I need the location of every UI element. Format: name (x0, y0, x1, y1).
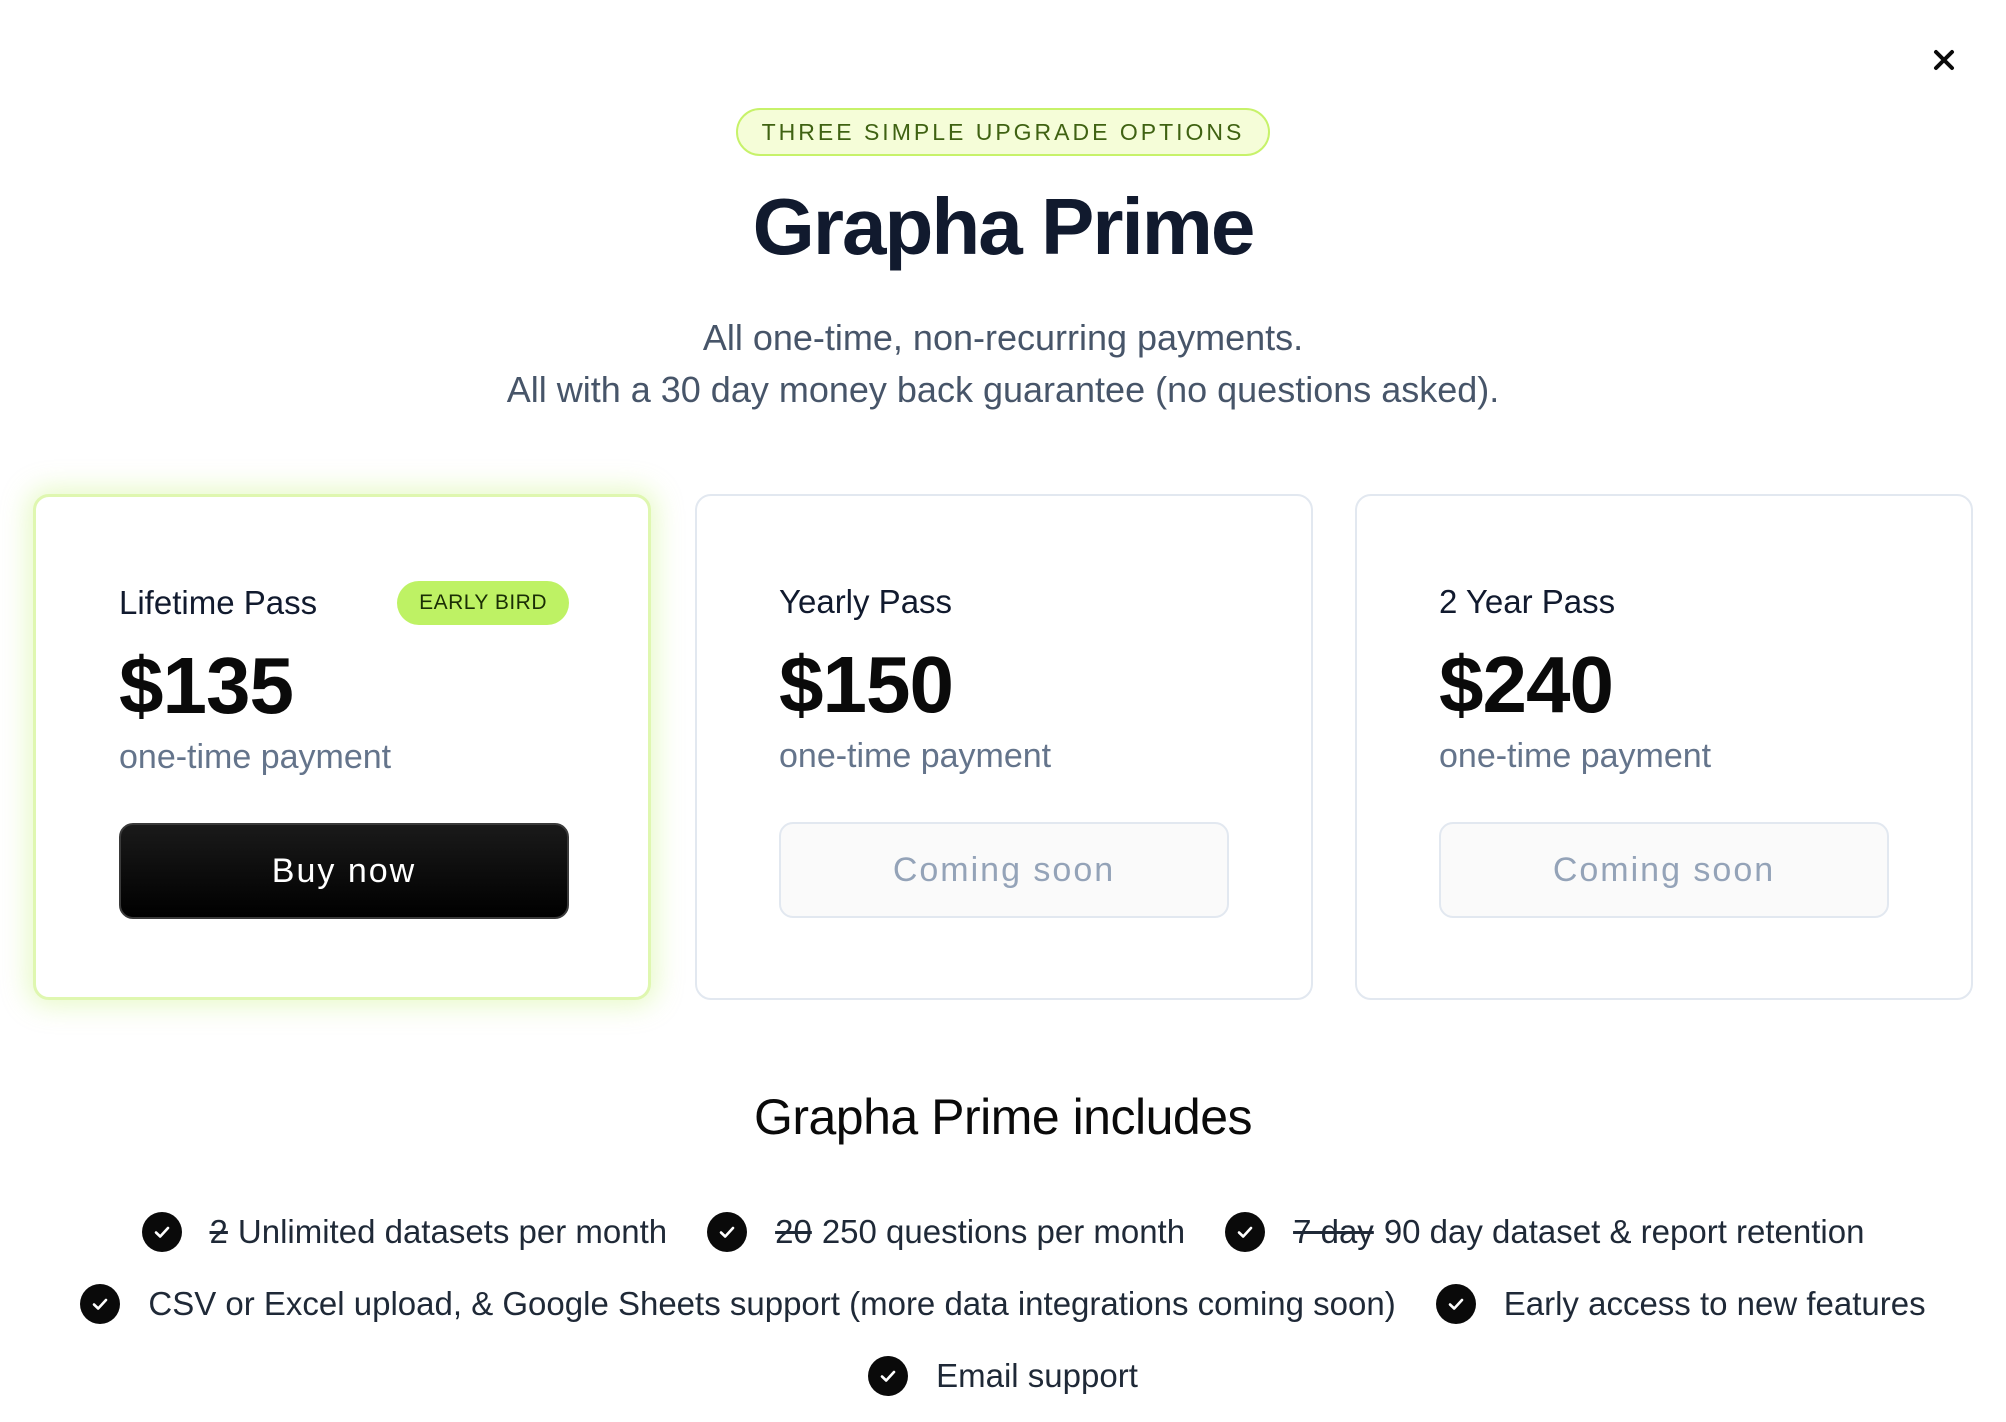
pricing-cards: Lifetime Pass EARLY BIRD $135 one-time p… (33, 494, 1980, 1006)
plan-card-yearly: Yearly Pass $150 one-time payment Coming… (695, 494, 1313, 1000)
features-row-1: 2 Unlimited datasets per month 20 250 qu… (0, 1196, 2006, 1268)
includes-title: Grapha Prime includes (753, 1089, 1253, 1145)
check-circle-icon (80, 1284, 121, 1324)
coming-soon-button[interactable]: Coming soon (779, 822, 1229, 918)
page-subtitle: All one-time, non-recurring payments. Al… (0, 312, 2006, 416)
options-pill: THREE SIMPLE UPGRADE OPTIONS (735, 108, 1271, 156)
feature-item: Early access to new features (1435, 1284, 1926, 1324)
feature-item: 2 Unlimited datasets per month (141, 1212, 668, 1252)
feature-old-value: 2 (209, 1213, 228, 1250)
feature-text: 250 questions per month (821, 1213, 1186, 1250)
coming-soon-button[interactable]: Coming soon (1439, 822, 1889, 918)
subtitle-line-1: All one-time, non-recurring payments. (702, 317, 1304, 358)
feature-text: Unlimited datasets per month (237, 1213, 668, 1250)
check-circle-icon (1225, 1212, 1266, 1252)
plan-price: $150 (779, 640, 954, 729)
check-circle-icon (1435, 1284, 1476, 1324)
feature-text: Early access to new features (1503, 1285, 1926, 1322)
feature-text: Email support (936, 1357, 1138, 1394)
modal-header: THREE SIMPLE UPGRADE OPTIONS Grapha Prim… (0, 108, 2006, 416)
plan-price: $135 (119, 641, 294, 730)
early-bird-badge: EARLY BIRD (397, 581, 569, 625)
feature-old-value: 20 (775, 1213, 812, 1250)
features-row-2: CSV or Excel upload, & Google Sheets sup… (0, 1268, 2006, 1340)
features-row-3: Email support (0, 1340, 2006, 1412)
close-button[interactable] (1926, 42, 1962, 78)
plan-price-note: one-time payment (1439, 737, 1712, 775)
plan-name: Yearly Pass (779, 583, 953, 620)
page-title: Grapha Prime (752, 182, 1256, 271)
feature-item: 7 day 90 day dataset & report retention (1225, 1212, 1864, 1252)
upgrade-modal: THREE SIMPLE UPGRADE OPTIONS Grapha Prim… (0, 0, 2006, 1422)
plan-name: Lifetime Pass (119, 584, 318, 621)
check-circle-icon (707, 1212, 748, 1252)
feature-text: CSV or Excel upload, & Google Sheets sup… (148, 1285, 1396, 1322)
plan-price: $240 (1439, 640, 1614, 729)
feature-text: 90 day dataset & report retention (1383, 1213, 1865, 1250)
feature-item: CSV or Excel upload, & Google Sheets sup… (80, 1284, 1396, 1324)
plan-card-lifetime: Lifetime Pass EARLY BIRD $135 one-time p… (33, 494, 651, 1000)
plan-card-2-year: 2 Year Pass $240 one-time payment Coming… (1355, 494, 1973, 1000)
plan-price-note: one-time payment (779, 737, 1052, 775)
feature-old-value: 7 day (1293, 1213, 1374, 1250)
plan-name: 2 Year Pass (1439, 583, 1616, 620)
plan-price-note: one-time payment (119, 738, 392, 776)
check-circle-icon (141, 1212, 182, 1252)
close-icon (1934, 50, 1954, 70)
check-circle-icon (868, 1356, 909, 1396)
feature-item: 20 250 questions per month (707, 1212, 1185, 1252)
feature-item: Email support (868, 1356, 1138, 1396)
features-list: 2 Unlimited datasets per month 20 250 qu… (0, 1196, 2006, 1412)
subtitle-line-2: All with a 30 day money back guarantee (… (506, 369, 1500, 410)
buy-now-button[interactable]: Buy now (119, 823, 569, 919)
